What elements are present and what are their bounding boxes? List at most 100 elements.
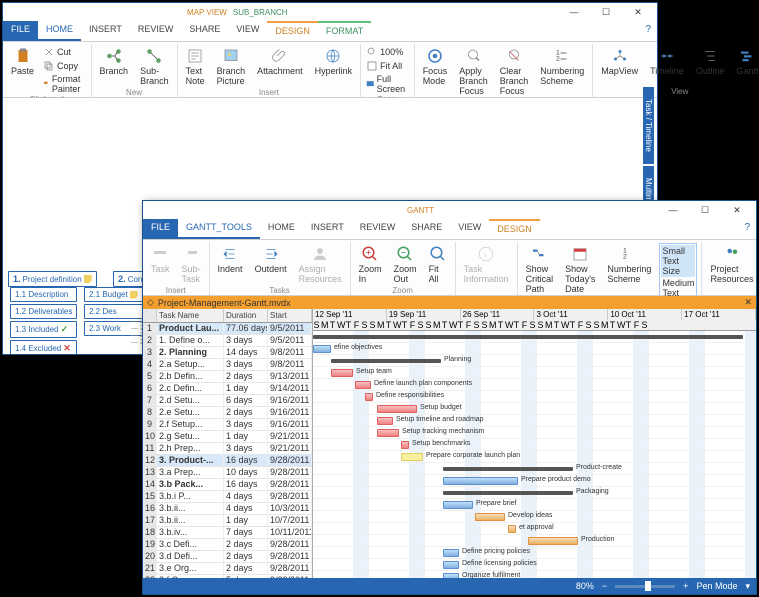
- numbering-button[interactable]: 12Numbering Scheme: [603, 243, 655, 286]
- taskinfo-button[interactable]: iTask Information: [460, 243, 513, 286]
- gantt-bar[interactable]: [528, 537, 578, 545]
- branchpic-button[interactable]: Branch Picture: [213, 45, 250, 88]
- gantt-bar[interactable]: [475, 513, 505, 521]
- win2-close[interactable]: ✕: [722, 205, 752, 216]
- win1-close[interactable]: ✕: [623, 7, 653, 18]
- gantt-bar[interactable]: [331, 369, 353, 377]
- fullscreen-button[interactable]: Full Screen: [365, 73, 410, 95]
- w2-tab-view[interactable]: VIEW: [450, 219, 489, 239]
- gantt-bar[interactable]: [443, 561, 459, 569]
- gantt-bar[interactable]: [313, 345, 331, 353]
- win1-maximize[interactable]: ☐: [591, 7, 621, 18]
- mindmap-node[interactable]: 1.2 Deliverables: [10, 304, 77, 319]
- table-row[interactable]: 2 1. Define o...3 days9/5/2011: [143, 335, 312, 347]
- cut-button[interactable]: Cut: [42, 45, 87, 59]
- hdr-duration[interactable]: Duration: [224, 309, 268, 322]
- focusmode-button[interactable]: Focus Mode: [419, 45, 452, 88]
- branch-button[interactable]: Branch: [96, 45, 133, 78]
- zoomin-button[interactable]: Zoom In: [355, 243, 386, 286]
- gantt-bar[interactable]: [401, 441, 409, 449]
- timeline-button[interactable]: Timeline: [646, 45, 688, 78]
- sidetab-task-timeline[interactable]: Task / Timeline: [643, 87, 654, 164]
- fitall-button[interactable]: Fit All: [425, 243, 451, 286]
- copy-button[interactable]: Copy: [42, 59, 87, 73]
- w2-tab-share[interactable]: SHARE: [403, 219, 450, 239]
- zoom100-button[interactable]: 100%: [365, 45, 410, 59]
- gantt-bar[interactable]: [365, 393, 373, 401]
- today-button[interactable]: Show Today's Date: [561, 243, 599, 296]
- table-row[interactable]: 14 3.b Pack...16 days9/28/2011: [143, 479, 312, 491]
- table-row[interactable]: 6 2.c Defin...1 day9/14/2011: [143, 383, 312, 395]
- gantt-bar[interactable]: [443, 549, 459, 557]
- fitall-button[interactable]: Fit All: [365, 59, 410, 73]
- gantt-bar[interactable]: [443, 573, 459, 578]
- gantt-bar[interactable]: [377, 429, 399, 437]
- outline-button[interactable]: Outline: [692, 45, 729, 78]
- gantt-bar[interactable]: [377, 417, 393, 425]
- w2-tab-design[interactable]: DESIGN: [489, 219, 540, 239]
- context-tab-subbranch[interactable]: SUB_BRANCH: [233, 8, 288, 17]
- win1-minimize[interactable]: —: [559, 7, 589, 18]
- gantt-bar[interactable]: [508, 525, 516, 533]
- outdent-button[interactable]: Outdent: [251, 243, 291, 276]
- context-tab-mapview[interactable]: MAP VIEW: [187, 8, 227, 17]
- win2-maximize[interactable]: ☐: [690, 205, 720, 216]
- w2-tab-home[interactable]: HOME: [260, 219, 303, 239]
- w2-tab-review[interactable]: REVIEW: [352, 219, 404, 239]
- zoom-slider[interactable]: [615, 585, 675, 588]
- table-row[interactable]: 5 2.b Defin...2 days9/13/2011: [143, 371, 312, 383]
- tab-design[interactable]: DESIGN: [267, 21, 318, 41]
- table-row[interactable]: 18 3.b.iv...7 days10/11/2011: [143, 527, 312, 539]
- pen-dropdown-icon[interactable]: ▾: [745, 581, 750, 592]
- table-row[interactable]: 21 3.e Org...2 days9/28/2011: [143, 563, 312, 575]
- hdr-taskname[interactable]: Task Name: [157, 309, 224, 322]
- mindmap-node[interactable]: 1.1 Description: [10, 287, 77, 302]
- pen-mode[interactable]: Pen Mode: [696, 581, 737, 591]
- tab-review[interactable]: REVIEW: [130, 21, 182, 41]
- applyfocus-button[interactable]: Apply Branch Focus: [455, 45, 492, 98]
- tab-view[interactable]: VIEW: [228, 21, 267, 41]
- gantt-bar[interactable]: [443, 477, 518, 485]
- table-row[interactable]: 7 2.d Setu...6 days9/16/2011: [143, 395, 312, 407]
- table-row[interactable]: 19 3.c Defi...2 days9/28/2011: [143, 539, 312, 551]
- mindmap-node[interactable]: 2.2 Des: [84, 304, 143, 319]
- indent-button[interactable]: Indent: [214, 243, 247, 276]
- table-row[interactable]: 4 2.a Setup...3 days9/8/2011: [143, 359, 312, 371]
- table-row[interactable]: 10 2.g Setu...1 day9/21/2011: [143, 431, 312, 443]
- gantt-chart[interactable]: 12 Sep '1119 Sep '1126 Sep '113 Oct '111…: [313, 309, 756, 578]
- mindmap-node[interactable]: 2.1 Budget: [84, 287, 143, 302]
- table-row[interactable]: 11 2.h Prep...3 days9/21/2011: [143, 443, 312, 455]
- table-row[interactable]: 8 2.e Setu...2 days9/16/2011: [143, 407, 312, 419]
- format-painter-button[interactable]: Format Painter: [42, 73, 87, 95]
- mindmap-node[interactable]: 1.3 Included ✓: [10, 321, 77, 338]
- gantt-bar[interactable]: [443, 491, 573, 495]
- table-row[interactable]: 15 3.b.i P...4 days9/28/2011: [143, 491, 312, 503]
- table-row[interactable]: 12 3. Product-...16 days9/28/2011: [143, 455, 312, 467]
- subtask-button[interactable]: Sub-Task: [178, 243, 205, 286]
- context-tab-gantt[interactable]: GANTT: [407, 206, 434, 215]
- zoom-plus[interactable]: +: [683, 581, 688, 591]
- gantt-bar[interactable]: [443, 501, 473, 509]
- table-row[interactable]: 20 3.d Defi...2 days9/28/2011: [143, 551, 312, 563]
- tab-format[interactable]: FORMAT: [318, 21, 371, 41]
- gantt-bar[interactable]: [355, 381, 371, 389]
- smalltext-button[interactable]: Small Text Size: [661, 245, 695, 277]
- hyperlink-button[interactable]: Hyperlink: [311, 45, 357, 78]
- gantt-bar[interactable]: [331, 359, 441, 363]
- table-row[interactable]: 9 2.f Setup...3 days9/16/2011: [143, 419, 312, 431]
- mapview-button[interactable]: MapView: [597, 45, 642, 78]
- tab-file[interactable]: FILE: [3, 21, 38, 41]
- mindmap-node[interactable]: 1.4 Excluded ✕: [10, 340, 77, 354]
- table-row[interactable]: 1 Product Lau...77.06 days9/5/2011: [143, 323, 312, 335]
- help-icon[interactable]: ?: [639, 21, 657, 41]
- clearfocus-button[interactable]: Clear Branch Focus: [496, 45, 533, 98]
- table-row[interactable]: 3 2. Planning14 days9/8/2011: [143, 347, 312, 359]
- table-row[interactable]: 16 3.b.ii...4 days10/3/2011: [143, 503, 312, 515]
- w2-tab-file[interactable]: FILE: [143, 219, 178, 239]
- gantt-bar[interactable]: [313, 335, 743, 339]
- task-button[interactable]: Task: [147, 243, 174, 276]
- textnote-button[interactable]: Text Note: [182, 45, 209, 88]
- tab-insert[interactable]: INSERT: [81, 21, 130, 41]
- numbering-button[interactable]: 12Numbering Scheme: [536, 45, 588, 88]
- assign-resources-button[interactable]: Assign Resources: [295, 243, 346, 286]
